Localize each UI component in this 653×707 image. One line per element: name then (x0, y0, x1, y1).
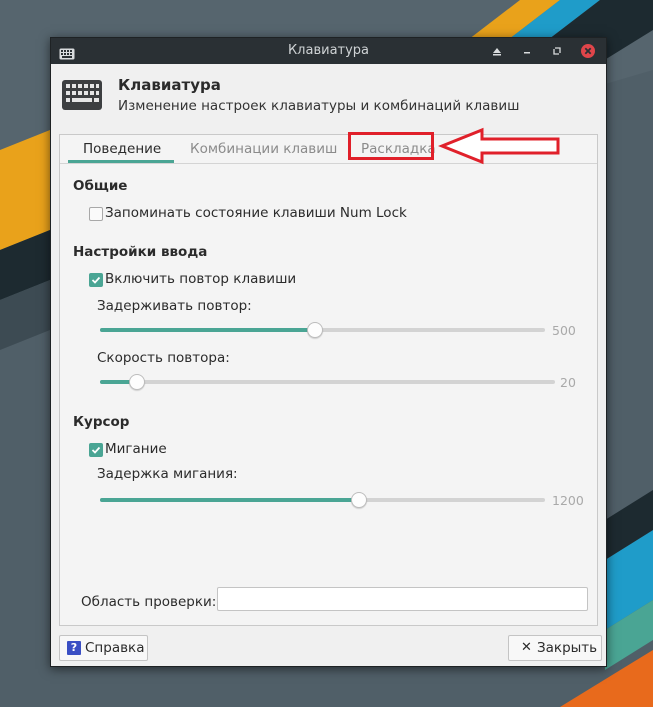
repeat-delay-slider[interactable] (100, 322, 545, 338)
repeat-speed-slider[interactable] (100, 374, 555, 390)
section-cursor-title: Курсор (73, 414, 130, 430)
tabs-panel: Поведение Комбинации клавиш Раскладка Об… (59, 134, 598, 626)
repeat-speed-value: 20 (560, 375, 576, 390)
repeat-delay-label: Задерживать повтор: (97, 298, 252, 314)
titlebar: Клавиатура (51, 38, 606, 64)
blink-label: Мигание (105, 441, 167, 457)
header-subtitle: Изменение настроек клавиатуры и комбинац… (118, 98, 520, 114)
slider-fill (100, 328, 314, 332)
repeat-speed-label: Скорость повтора: (97, 350, 230, 366)
close-window-icon[interactable] (580, 43, 596, 59)
minimize-icon[interactable] (519, 43, 535, 59)
numlock-checkbox[interactable] (89, 207, 103, 221)
checkmark-icon (91, 446, 101, 454)
slider-handle[interactable] (351, 492, 367, 508)
test-area-input[interactable] (217, 587, 588, 611)
maximize-icon[interactable] (549, 43, 565, 59)
repeat-label: Включить повтор клавиши (105, 271, 297, 287)
dialog-header: Клавиатура Изменение настроек клавиатуры… (51, 64, 606, 134)
help-button-label: Справка (85, 640, 145, 656)
blink-checkbox[interactable] (89, 443, 103, 457)
tab-behavior[interactable]: Поведение (83, 141, 161, 157)
section-general-title: Общие (73, 178, 128, 194)
slider-handle[interactable] (129, 374, 145, 390)
blink-delay-value: 1200 (552, 493, 584, 508)
annotation-arrow-icon (438, 127, 560, 165)
test-area-label: Область проверки: (81, 594, 217, 610)
close-button-label: Закрыть (537, 640, 598, 656)
repeat-checkbox[interactable] (89, 273, 103, 287)
blink-delay-label: Задержка мигания: (97, 466, 238, 482)
numlock-label: Запоминать состояние клавиши Num Lock (105, 205, 407, 221)
blink-delay-slider[interactable] (100, 492, 545, 508)
slider-handle[interactable] (307, 322, 323, 338)
help-icon: ? (67, 641, 81, 655)
checkmark-icon (91, 276, 101, 284)
tab-shortcuts[interactable]: Комбинации клавиш (190, 141, 337, 157)
help-button[interactable]: ? Справка (59, 635, 148, 661)
header-title: Клавиатура (118, 76, 221, 94)
close-button[interactable]: ✕ Закрыть (508, 635, 602, 661)
annotation-highlight-box (348, 132, 434, 160)
active-tab-indicator (68, 160, 174, 163)
section-input-title: Настройки ввода (73, 244, 208, 260)
close-icon: ✕ (521, 640, 532, 655)
repeat-delay-value: 500 (552, 323, 576, 338)
slider-fill (100, 498, 358, 502)
shade-icon[interactable] (489, 43, 505, 59)
keyboard-icon (62, 80, 102, 114)
